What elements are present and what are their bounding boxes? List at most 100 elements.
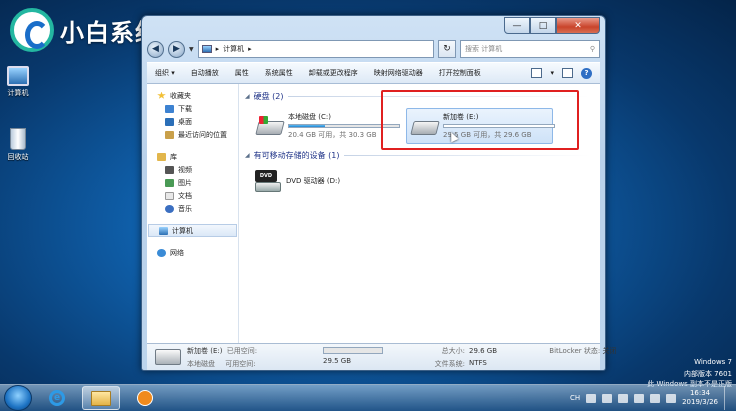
search-icon: ⚲ <box>589 45 595 53</box>
details-type-row: 本地磁盘 可用空间: <box>187 359 323 369</box>
details-fs-value: NTFS <box>469 359 487 367</box>
media-player-icon <box>137 390 153 406</box>
details-bar-col: 29.5 GB <box>323 346 387 370</box>
details-free-label: 可用空间: <box>225 360 256 368</box>
address-path[interactable]: 计算机 <box>223 44 244 54</box>
address-path-tail[interactable]: ▸ <box>248 45 252 53</box>
caption-buttons: — □ ✕ <box>504 17 600 34</box>
view-dropdown[interactable]: ▾ <box>550 69 554 77</box>
help-icon[interactable]: ? <box>581 67 592 79</box>
input-language[interactable]: CH <box>570 394 580 402</box>
taskbar-explorer-button[interactable] <box>82 386 120 410</box>
view-icon[interactable] <box>531 68 543 78</box>
nav-favorites: 收藏夹 下载 桌面 最近访问的位置 <box>147 89 238 141</box>
brand-logo-icon <box>10 8 54 52</box>
nav-item-network[interactable]: 网络 <box>147 246 238 259</box>
desktop-icon-computer[interactable]: 计算机 <box>0 66 36 98</box>
nav-item-desktop[interactable]: 桌面 <box>147 115 238 128</box>
nav-label: 图片 <box>178 178 192 187</box>
details-drive-name: 新加卷 (E:) <box>187 347 223 355</box>
nav-item-pictures[interactable]: 图片 <box>147 176 238 189</box>
taskbar-ie-button[interactable]: e <box>38 386 76 410</box>
help-tray-icon[interactable] <box>602 393 613 403</box>
nav-label: 视频 <box>178 165 192 174</box>
volume-icon[interactable] <box>666 393 677 403</box>
video-icon <box>165 165 174 174</box>
computer-icon <box>159 226 168 235</box>
group-title: 有可移动存储的设备 (1) <box>253 151 340 160</box>
flag-icon[interactable] <box>634 393 645 403</box>
details-total-value: 29.6 GB <box>469 347 498 355</box>
nav-item-videos[interactable]: 视频 <box>147 163 238 176</box>
explorer-window: — □ ✕ ◀ ▶ ▼ ▸ 计算机 ▸ ↻ 搜索 计算机 ⚲ 组织 ▾ 自动播放… <box>141 15 617 371</box>
nav-item-computer[interactable]: 计算机 <box>148 224 237 237</box>
preview-pane-icon[interactable] <box>562 68 573 78</box>
group-header-removable[interactable]: ◢ 有可移动存储的设备 (1) <box>245 149 600 162</box>
recent-pages-dropdown-icon[interactable]: ▼ <box>189 46 194 53</box>
dvd-drive-icon <box>253 168 281 192</box>
toolbar-system-properties-button[interactable]: 系统属性 <box>265 68 293 78</box>
recent-places-icon <box>165 130 174 139</box>
details-name-row: 新加卷 (E:) 已用空间: <box>187 346 323 356</box>
folder-icon <box>91 390 111 406</box>
taskbar: e CH 16:34 2019/3/26 <box>0 384 736 411</box>
group-divider <box>343 155 590 156</box>
details-drive-type: 本地磁盘 <box>187 360 215 368</box>
nav-label: 最近访问的位置 <box>178 130 227 139</box>
address-separator: ▸ <box>215 45 220 53</box>
start-button[interactable] <box>4 385 32 411</box>
nav-label: 库 <box>170 152 177 161</box>
document-icon <box>165 191 174 200</box>
details-bitlocker-value: 关闭 <box>602 347 617 355</box>
details-total-label: 总大小: <box>441 347 465 355</box>
clock-time: 16:34 <box>689 389 711 397</box>
close-button[interactable]: ✕ <box>556 17 600 34</box>
nav-item-music[interactable]: 音乐 <box>147 202 238 215</box>
arrow-right-icon: ▶ <box>173 44 180 54</box>
keyboard-icon[interactable] <box>586 393 597 403</box>
clock[interactable]: 16:34 2019/3/26 <box>682 389 718 407</box>
drive-name: DVD 驱动器 (D:) <box>286 177 341 185</box>
nav-libraries-header[interactable]: 库 <box>147 150 238 163</box>
address-bar[interactable]: ▸ 计算机 ▸ <box>197 40 434 58</box>
star-icon <box>157 91 166 99</box>
toolbar-properties-button[interactable]: 属性 <box>235 68 249 78</box>
nav-item-recent-places[interactable]: 最近访问的位置 <box>147 128 238 141</box>
toolbar-autoplay-button[interactable]: 自动播放 <box>191 68 219 78</box>
desktop-icon <box>165 117 174 126</box>
nav-label: 音乐 <box>178 204 192 213</box>
toolbar-right: ▾ ? <box>531 67 592 79</box>
brand-logo-area: 小白系统 <box>10 8 160 52</box>
desktop-icon-recycle-bin[interactable]: 回收站 <box>0 128 36 162</box>
nav-item-documents[interactable]: 文档 <box>147 189 238 202</box>
collapse-triangle-icon: ◢ <box>245 93 250 100</box>
nav-label: 网络 <box>170 248 184 257</box>
nav-favorites-header[interactable]: 收藏夹 <box>147 89 238 102</box>
details-usage-bar <box>323 347 383 354</box>
nav-label: 文档 <box>178 191 192 200</box>
back-button[interactable]: ◀ <box>147 40 164 58</box>
toolbar-map-drive-button[interactable]: 映射网络驱动器 <box>374 68 423 78</box>
tray-expand-icon[interactable] <box>618 393 629 403</box>
show-desktop-button[interactable] <box>724 386 732 410</box>
maximize-button[interactable]: □ <box>530 17 556 34</box>
nav-item-downloads[interactable]: 下载 <box>147 102 238 115</box>
toolbar-control-panel-button[interactable]: 打开控制面板 <box>439 68 481 78</box>
toolbar-organize-button[interactable]: 组织 ▾ <box>155 68 175 78</box>
clock-date: 2019/3/26 <box>682 398 718 406</box>
minimize-button[interactable]: — <box>504 17 530 34</box>
address-row: ◀ ▶ ▼ ▸ 计算机 ▸ ↻ 搜索 计算机 ⚲ <box>147 39 600 59</box>
details-bitlocker-label: BitLocker 状态: <box>549 347 601 355</box>
forward-button[interactable]: ▶ <box>168 40 185 58</box>
drive-item-c[interactable]: 本地磁盘 (C:) 20.4 GB 可用，共 30.3 GB <box>251 108 400 144</box>
drive-usage-fill <box>289 125 326 127</box>
recycle-bin-icon <box>10 128 26 150</box>
taskbar-media-button[interactable] <box>126 386 164 410</box>
drive-item-dvd[interactable]: DVD 驱动器 (D:) <box>245 162 600 192</box>
refresh-button[interactable]: ↻ <box>438 40 456 58</box>
picture-icon <box>165 178 174 187</box>
toolbar-uninstall-button[interactable]: 卸载或更改程序 <box>309 68 358 78</box>
search-input[interactable]: 搜索 计算机 ⚲ <box>460 40 600 58</box>
network-icon[interactable] <box>650 393 661 403</box>
nav-libraries: 库 视频 图片 文档 音乐 <box>147 150 238 215</box>
